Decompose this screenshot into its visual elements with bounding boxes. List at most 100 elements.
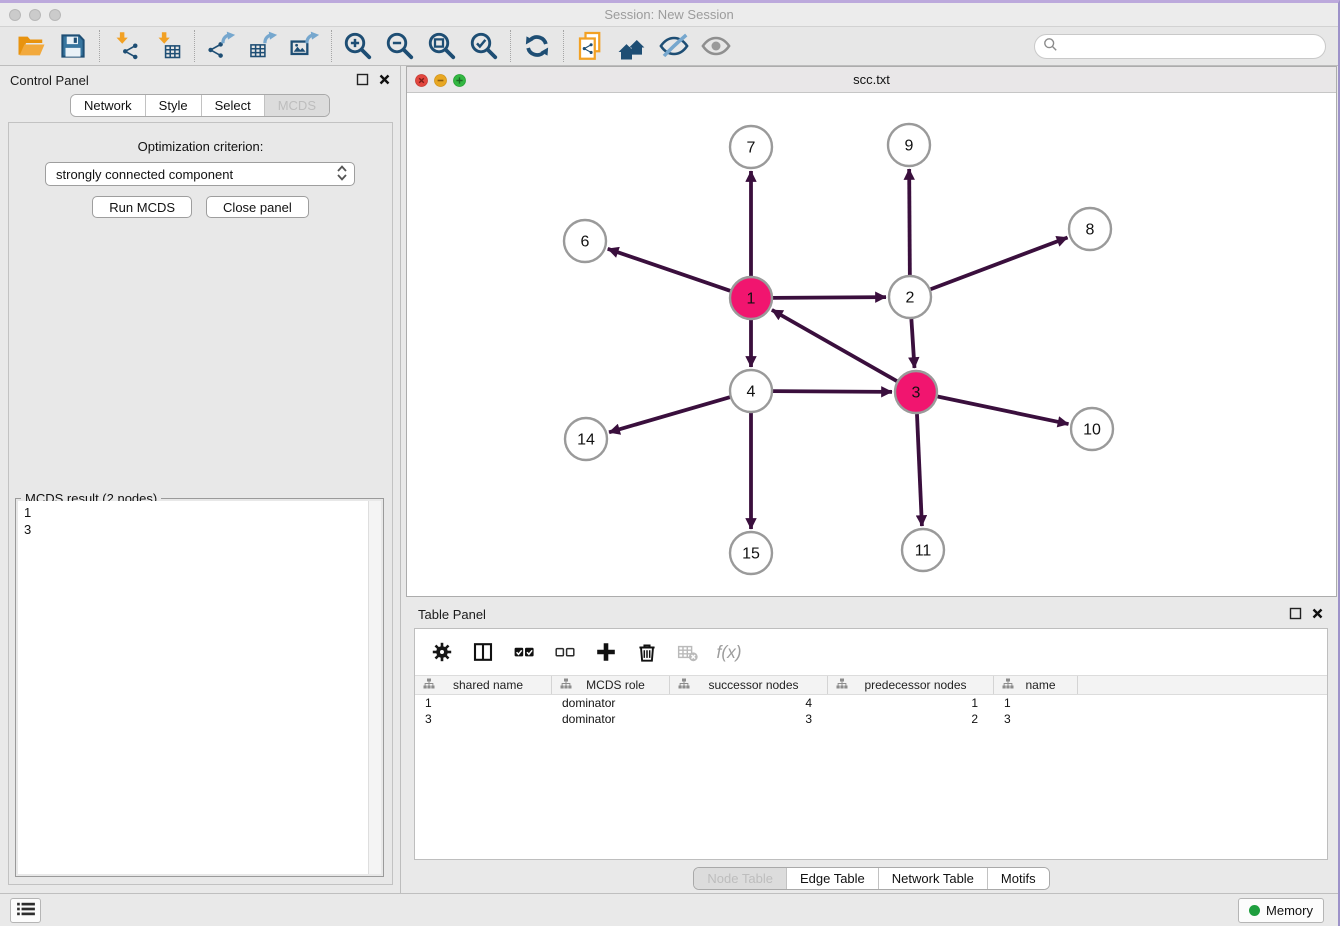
clone-network-icon[interactable] bbox=[569, 29, 611, 63]
toolbar-separator bbox=[99, 30, 100, 62]
table-row[interactable]: 3dominator323 bbox=[415, 711, 1327, 727]
select-all-icon[interactable] bbox=[511, 639, 537, 665]
graph-node-label: 1 bbox=[747, 291, 756, 308]
import-table-icon[interactable] bbox=[147, 29, 189, 63]
table-cell[interactable]: dominator bbox=[552, 711, 670, 727]
table-cell[interactable]: 1 bbox=[828, 695, 994, 711]
graph-node-label: 9 bbox=[905, 138, 914, 155]
tab-select[interactable]: Select bbox=[201, 95, 264, 116]
tab-mcds[interactable]: MCDS bbox=[264, 95, 329, 116]
zoom-out-icon[interactable] bbox=[379, 29, 421, 63]
float-panel-icon[interactable] bbox=[355, 72, 370, 87]
close-panel-button[interactable]: Close panel bbox=[206, 196, 309, 218]
hide-selected-icon[interactable] bbox=[653, 29, 695, 63]
graph-edge-1-2[interactable] bbox=[773, 297, 886, 298]
titlebar: Session: New Session bbox=[0, 3, 1338, 27]
search-box[interactable] bbox=[1034, 34, 1326, 59]
graph-node-15[interactable]: 15 bbox=[730, 532, 772, 574]
graph-edge-4-14[interactable] bbox=[609, 397, 730, 432]
column-header-MCDS-role[interactable]: MCDS role bbox=[552, 676, 670, 694]
column-type-icon bbox=[836, 678, 848, 693]
export-table-icon[interactable] bbox=[242, 29, 284, 63]
tab-motifs[interactable]: Motifs bbox=[987, 868, 1049, 889]
criterion-value: strongly connected component bbox=[56, 167, 336, 182]
graph-node-6[interactable]: 6 bbox=[564, 220, 606, 262]
tab-network[interactable]: Network bbox=[71, 95, 145, 116]
mcds-result-text[interactable]: 13 bbox=[18, 501, 381, 874]
mcds-result-line: 3 bbox=[24, 521, 375, 538]
graph-node-label: 7 bbox=[747, 140, 756, 157]
float-table-panel-icon[interactable] bbox=[1288, 606, 1303, 621]
column-header-name[interactable]: name bbox=[994, 676, 1078, 694]
graph-node-14[interactable]: 14 bbox=[565, 418, 607, 460]
table-cell[interactable]: dominator bbox=[552, 695, 670, 711]
close-panel-icon[interactable] bbox=[377, 72, 392, 87]
graph-node-11[interactable]: 11 bbox=[902, 529, 944, 571]
graph-node-label: 15 bbox=[742, 546, 760, 563]
graph-edge-4-3[interactable] bbox=[773, 391, 892, 392]
split-panel-icon[interactable] bbox=[470, 639, 496, 665]
save-session-icon[interactable] bbox=[52, 29, 94, 63]
tab-network-table[interactable]: Network Table bbox=[878, 868, 987, 889]
table-cell[interactable]: 3 bbox=[670, 711, 828, 727]
show-all-icon[interactable] bbox=[695, 29, 737, 63]
table-cell[interactable]: 2 bbox=[828, 711, 994, 727]
toolbar-separator bbox=[510, 30, 511, 62]
table-cell[interactable]: 3 bbox=[994, 711, 1078, 727]
open-session-icon[interactable] bbox=[10, 29, 52, 63]
export-network-icon[interactable] bbox=[200, 29, 242, 63]
graph-edge-1-6[interactable] bbox=[608, 249, 730, 291]
table-cell[interactable]: 4 bbox=[670, 695, 828, 711]
column-header-successor-nodes[interactable]: successor nodes bbox=[670, 676, 828, 694]
add-column-icon[interactable] bbox=[593, 639, 619, 665]
list-icon bbox=[16, 901, 36, 920]
graph-node-1[interactable]: 1 bbox=[730, 277, 772, 319]
graph-node-label: 6 bbox=[581, 234, 590, 251]
node-table: shared nameMCDS rolesuccessor nodesprede… bbox=[415, 675, 1327, 727]
tab-edge-table[interactable]: Edge Table bbox=[786, 868, 878, 889]
graph-edge-2-3[interactable] bbox=[911, 319, 914, 368]
zoom-in-icon[interactable] bbox=[337, 29, 379, 63]
zoom-fit-icon[interactable] bbox=[421, 29, 463, 63]
criterion-dropdown[interactable]: strongly connected component bbox=[45, 162, 355, 186]
mcds-panel: Optimization criterion: strongly connect… bbox=[8, 122, 393, 885]
export-image-icon[interactable] bbox=[284, 29, 326, 63]
column-header-predecessor-nodes[interactable]: predecessor nodes bbox=[828, 676, 994, 694]
graph-node-3[interactable]: 3 bbox=[895, 371, 937, 413]
graph-node-10[interactable]: 10 bbox=[1071, 408, 1113, 450]
result-scrollbar[interactable] bbox=[368, 501, 381, 874]
import-network-icon[interactable] bbox=[105, 29, 147, 63]
run-mcds-button[interactable]: Run MCDS bbox=[92, 196, 192, 218]
network-canvas[interactable]: 7 9 6 8 1 2 4 3 14 10 15 11 bbox=[407, 93, 1336, 596]
zoom-selected-icon[interactable] bbox=[463, 29, 505, 63]
graph-edge-3-10[interactable] bbox=[938, 397, 1069, 425]
table-cell[interactable]: 3 bbox=[415, 711, 552, 727]
graph-node-4[interactable]: 4 bbox=[730, 370, 772, 412]
close-table-panel-icon[interactable] bbox=[1310, 606, 1325, 621]
graph-node-7[interactable]: 7 bbox=[730, 126, 772, 168]
graph-edge-2-9[interactable] bbox=[909, 169, 910, 275]
control-panel-title: Control Panel bbox=[10, 73, 89, 88]
deselect-all-icon[interactable] bbox=[552, 639, 578, 665]
column-header-shared-name[interactable]: shared name bbox=[415, 676, 552, 694]
memory-button[interactable]: Memory bbox=[1238, 898, 1324, 923]
table-cell[interactable]: 1 bbox=[994, 695, 1078, 711]
graph-node-8[interactable]: 8 bbox=[1069, 208, 1111, 250]
graph-node-2[interactable]: 2 bbox=[889, 276, 931, 318]
graph-edge-3-11[interactable] bbox=[917, 414, 922, 526]
tab-node-table[interactable]: Node Table bbox=[694, 868, 786, 889]
graph-edge-3-1[interactable] bbox=[772, 310, 897, 381]
search-input[interactable] bbox=[1062, 37, 1325, 57]
column-type-icon bbox=[678, 678, 690, 693]
network-graph[interactable]: 7 9 6 8 1 2 4 3 14 10 15 11 bbox=[407, 93, 1336, 596]
graph-edge-2-8[interactable] bbox=[931, 237, 1068, 289]
gear-icon[interactable] bbox=[429, 639, 455, 665]
table-cell[interactable]: 1 bbox=[415, 695, 552, 711]
task-history-button[interactable] bbox=[10, 898, 41, 923]
home-icon[interactable] bbox=[611, 29, 653, 63]
table-row[interactable]: 1dominator411 bbox=[415, 695, 1327, 711]
graph-node-9[interactable]: 9 bbox=[888, 124, 930, 166]
tab-style[interactable]: Style bbox=[145, 95, 201, 116]
apply-layout-icon[interactable] bbox=[516, 29, 558, 63]
delete-column-icon[interactable] bbox=[634, 639, 660, 665]
